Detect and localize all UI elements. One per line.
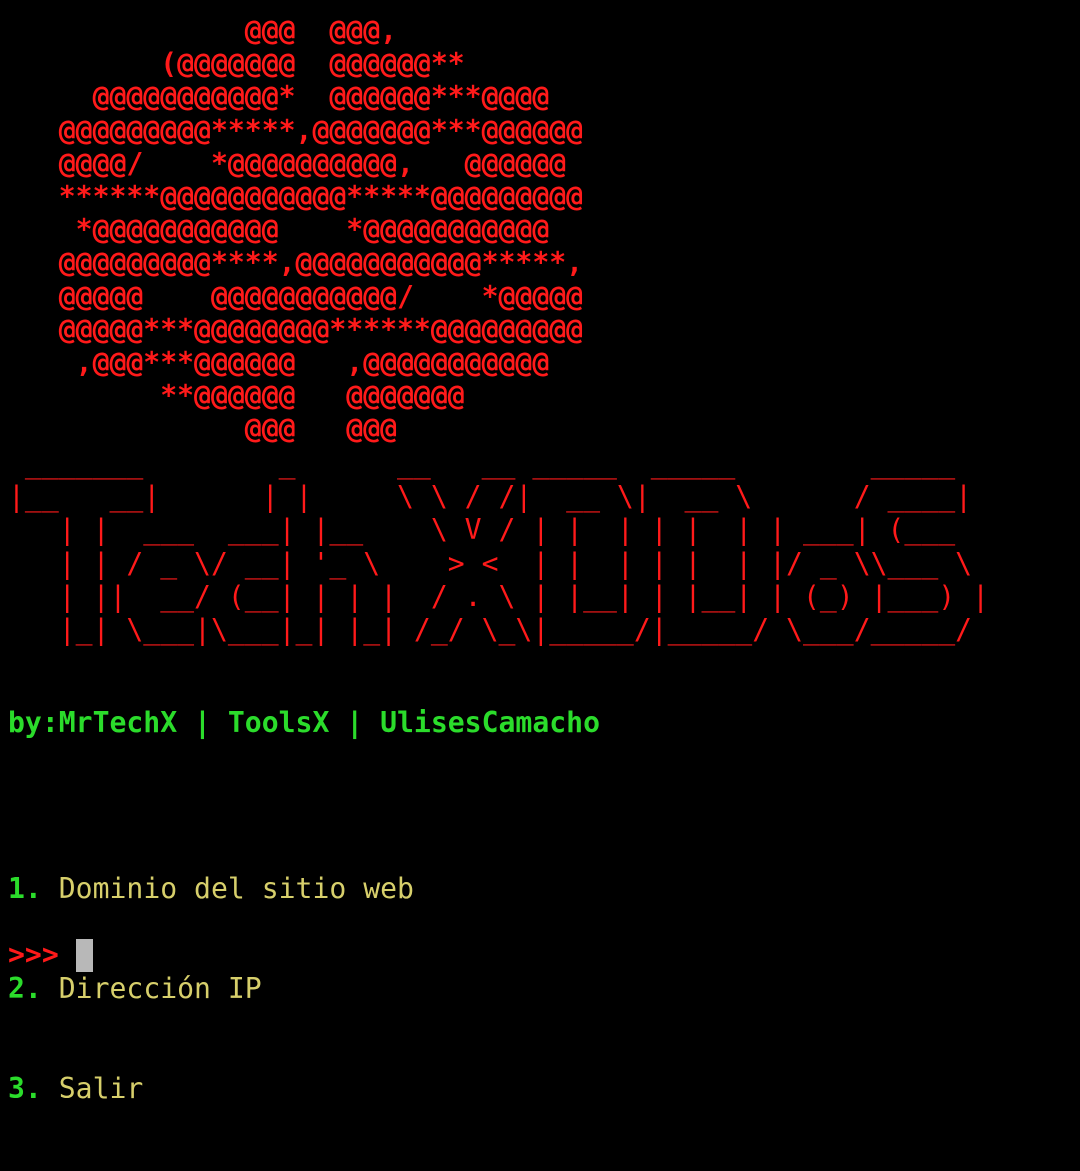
skull-ascii-art: @@@ @@@, (@@@@@@@ @@@@@@** @@@@@@@@@@@* …	[58, 14, 584, 446]
menu-item-number: 2.	[8, 972, 42, 1005]
menu-item-label: Dirección IP	[58, 972, 262, 1005]
command-input-line[interactable]: >>>	[8, 938, 93, 972]
author-credits: by:MrTechX | ToolsX | UlisesCamacho	[8, 706, 600, 739]
menu-item-ip-address: 2. Dirección IP	[8, 972, 414, 1005]
shell-prompt: >>>	[8, 938, 59, 972]
menu-item-domain: 1. Dominio del sitio web	[8, 872, 414, 905]
menu-item-number: 1.	[8, 872, 42, 906]
terminal-window: @@@ @@@, (@@@@@@@ @@@@@@** @@@@@@@@@@@* …	[0, 0, 1080, 1105]
menu-item-exit: 3. Salir	[8, 1072, 414, 1105]
techxddos-banner-ascii-art: _______ _ __ __ _____ _____ _____ |__ __…	[8, 447, 990, 647]
menu-item-label: Dominio del sitio web	[58, 872, 414, 906]
menu-item-number: 3.	[8, 1071, 42, 1105]
options-menu: 1. Dominio del sitio web 2. Dirección IP…	[8, 806, 414, 1171]
menu-item-label: Salir	[58, 1071, 144, 1105]
text-cursor[interactable]	[75, 938, 93, 972]
